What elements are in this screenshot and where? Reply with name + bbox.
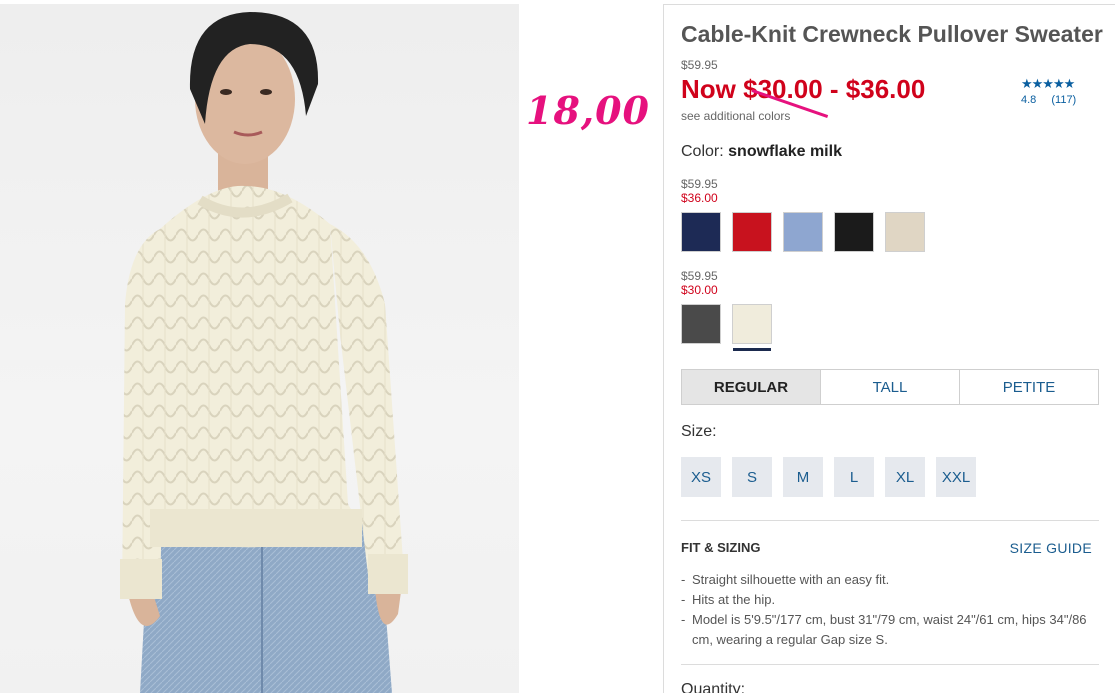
sale-price-high: $36.00 <box>845 74 926 104</box>
tab-regular[interactable]: REGULAR <box>682 370 821 404</box>
rating-summary[interactable]: ★★★★★ 4.8 (117) <box>1021 76 1076 106</box>
color-selected-label: Color: snowflake milk <box>681 143 842 161</box>
color-swatch-navy[interactable] <box>681 212 721 252</box>
tab-petite[interactable]: PETITE <box>960 370 1098 404</box>
quantity-label: Quantity: <box>681 681 746 693</box>
see-additional-colors-link[interactable]: see additional colors <box>681 109 790 123</box>
product-title: Cable-Knit Crewneck Pullover Sweater <box>681 21 1103 47</box>
color-swatch-charcoal-marl[interactable] <box>681 304 721 344</box>
color-swatch-snowflake-milk[interactable] <box>732 304 772 351</box>
sale-price: Now $30.00 - $36.00 <box>681 74 925 105</box>
color-swatch-black[interactable] <box>834 212 874 252</box>
rating-stars-icon: ★★★★★ <box>1021 76 1075 91</box>
color-swatch-blue-marl[interactable] <box>783 212 823 252</box>
product-photo[interactable] <box>0 4 519 693</box>
price-separator: - <box>829 74 839 104</box>
model-wearing-sweater-illustration <box>120 12 408 693</box>
tab-tall[interactable]: TALL <box>821 370 960 404</box>
size-button-xl[interactable]: XL <box>885 457 925 497</box>
size-guide-link[interactable]: SIZE GUIDE <box>1010 540 1092 556</box>
now-label: Now <box>681 74 736 104</box>
selected-color-name: snowflake milk <box>728 143 842 160</box>
size-button-m[interactable]: M <box>783 457 823 497</box>
group-original-price: $59.95 <box>681 177 718 191</box>
group-original-price: $59.95 <box>681 269 718 283</box>
color-swatch-oatmeal[interactable] <box>885 212 925 252</box>
size-button-l[interactable]: L <box>834 457 874 497</box>
section-divider <box>681 520 1099 521</box>
size-button-s[interactable]: S <box>732 457 772 497</box>
group-sale-price: $30.00 <box>681 283 718 297</box>
fit-details-list: Straight silhouette with an easy fit. Hi… <box>681 570 1101 650</box>
fit-type-tabs: REGULAR TALL PETITE <box>681 369 1099 405</box>
size-options: XS S M L XL XXL <box>681 457 987 497</box>
swatch-group-1: $59.95 $36.00 <box>681 177 936 252</box>
rating-value: 4.8 <box>1021 94 1037 106</box>
fit-sizing-heading: FIT & SIZING <box>681 540 761 555</box>
list-item: Straight silhouette with an easy fit. <box>681 570 1101 590</box>
review-count: (117) <box>1051 94 1077 106</box>
handwritten-price-annotation: 18,00 <box>526 88 650 133</box>
swatch-group-2: $59.95 $30.00 <box>681 269 783 351</box>
color-label: Color: <box>681 143 724 160</box>
size-label: Size: <box>681 423 717 440</box>
list-item: Hits at the hip. <box>681 590 1101 610</box>
list-item: Model is 5'9.5"/177 cm, bust 31"/79 cm, … <box>681 610 1101 650</box>
color-swatch-red[interactable] <box>732 212 772 252</box>
section-divider <box>681 664 1099 665</box>
product-details-panel: Cable-Knit Crewneck Pullover Sweater $59… <box>663 4 1115 693</box>
group-sale-price: $36.00 <box>681 191 718 205</box>
size-button-xxl[interactable]: XXL <box>936 457 976 497</box>
size-button-xs[interactable]: XS <box>681 457 721 497</box>
original-price: $59.95 <box>681 58 718 72</box>
